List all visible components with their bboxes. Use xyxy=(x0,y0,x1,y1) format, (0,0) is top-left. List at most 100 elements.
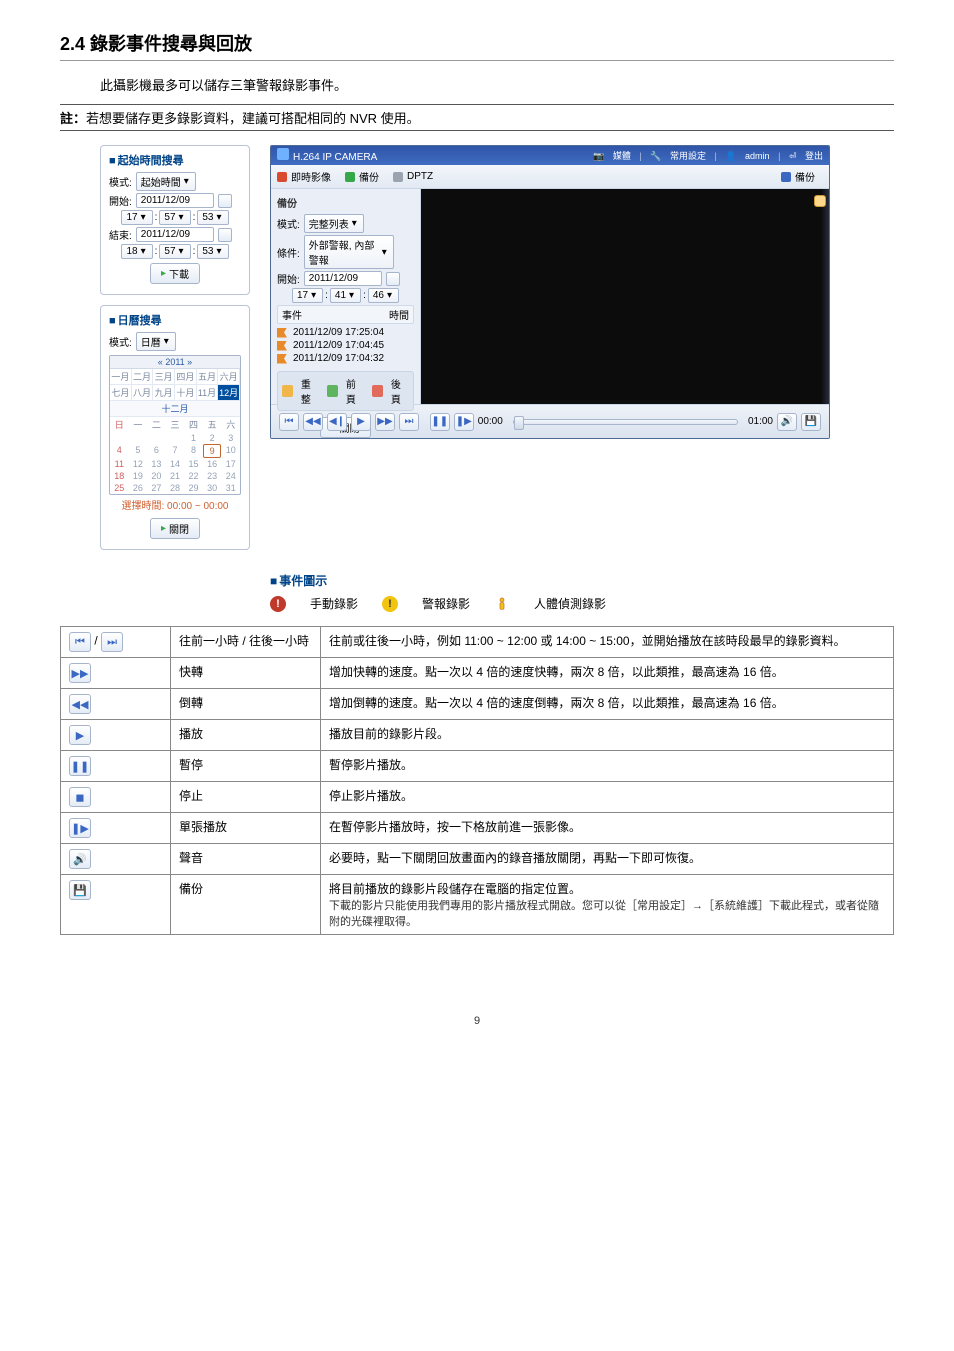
download-button[interactable]: ▸下載 xyxy=(150,263,200,284)
rewind-button[interactable]: ◀◀ xyxy=(303,413,323,431)
mode-cal-select[interactable]: 日曆 ▾ xyxy=(136,332,176,351)
playback-slider[interactable] xyxy=(513,419,738,425)
tab-backup-btn[interactable]: 備份 xyxy=(773,168,823,185)
play-label: 往前一小時 / 往後一小時 xyxy=(171,627,321,658)
start-min-select[interactable]: 57 ▾ xyxy=(159,210,190,225)
play-desc: 往前或往後一小時，例如 11:00 ~ 12:00 或 14:00 ~ 15:0… xyxy=(321,627,894,658)
table-row: ▶ 播放 播放目前的錄影片段。 xyxy=(61,720,894,751)
step-button[interactable]: ❚▶ xyxy=(454,413,474,431)
save-button[interactable]: 💾 xyxy=(801,413,821,431)
note-text: 若想要儲存更多錄影資料，建議可搭配相同的 NVR 使用。 xyxy=(86,111,420,126)
human-detect-icon xyxy=(494,596,510,612)
audio-button[interactable]: 🔊 xyxy=(777,413,797,431)
end-min-select[interactable]: 57 ▾ xyxy=(159,244,190,259)
start-sec-select[interactable]: 53 ▾ xyxy=(197,210,228,225)
app-title: H.264 IP CAMERA xyxy=(293,152,377,163)
time-search-panel: ■起始時間搜尋 模式: 起始時間 ▾ 開始: 2011/12/09 17 ▾ :… xyxy=(100,145,250,295)
calendar-search-panel: ■日曆搜尋 模式: 日曆 ▾ « 2011 » 一月二月三月四月五月六月 七月八… xyxy=(100,305,250,550)
end-label: 結束: xyxy=(109,227,132,242)
calendar-days[interactable]: 日一二三四五六 123 45678910 11121314151617 1819… xyxy=(110,417,240,494)
table-row: ❚❚ 暫停 暫停影片播放。 xyxy=(61,751,894,782)
rewind-icon: ◀◀ xyxy=(69,694,91,714)
tab-backup[interactable]: 備份 xyxy=(345,169,379,184)
next-hour-icon: ⏭ xyxy=(101,632,123,652)
table-row: ◀◀ 倒轉 增加倒轉的速度。點一次以 4 倍的速度倒轉，兩次 8 倍，以此類推，… xyxy=(61,689,894,720)
backup-icon: 💾 xyxy=(69,880,91,900)
next-icon[interactable] xyxy=(372,385,383,397)
start-label: 開始: xyxy=(109,193,132,208)
start-hour-select[interactable]: 17 ▾ xyxy=(121,210,152,225)
calendar-months[interactable]: 一月二月三月四月五月六月 七月八月九月十月11月12月 xyxy=(110,369,240,401)
calendar-close-button[interactable]: ▸關閉 xyxy=(150,518,200,539)
calendar-search-title: 日曆搜尋 xyxy=(118,315,162,327)
flag-icon xyxy=(277,328,287,338)
page-number: 9 xyxy=(60,1015,894,1027)
chevron-down-icon: ▾ xyxy=(184,176,189,187)
calendar-icon[interactable] xyxy=(386,272,400,286)
prev-hour-icon: ⏮ xyxy=(69,632,91,652)
audio-icon: 🔊 xyxy=(69,849,91,869)
playback-table: ⏮ / ⏭ 往前一小時 / 往後一小時 往前或往後一小時，例如 11:00 ~ … xyxy=(60,626,894,935)
app-icon xyxy=(277,148,289,160)
calendar-icon[interactable] xyxy=(218,228,232,242)
end-hour-select[interactable]: 18 ▾ xyxy=(121,244,152,259)
calendar-range-hint: 選擇時間: 00:00 ~ 00:00 xyxy=(109,495,241,514)
alarm-record-icon: ! xyxy=(382,596,398,612)
hand-icon xyxy=(814,195,826,207)
event-list: 2011/12/09 17:25:04 2011/12/09 17:04:45 … xyxy=(277,326,414,365)
table-row: 🔊 聲音 必要時，點一下關閉回放畫面內的錄音播放關閉，再點一下即可恢復。 xyxy=(61,844,894,875)
prev-hour-button[interactable]: ⏮ xyxy=(279,413,299,431)
time-search-title: 起始時間搜尋 xyxy=(118,155,184,167)
refresh-icon[interactable] xyxy=(282,385,293,397)
table-row: ⏮ / ⏭ 往前一小時 / 往後一小時 往前或往後一小時，例如 11:00 ~ … xyxy=(61,627,894,658)
calendar-icon[interactable] xyxy=(218,194,232,208)
pause-icon: ❚❚ xyxy=(69,756,91,776)
end-date-input[interactable]: 2011/12/09 xyxy=(136,227,214,242)
list-item[interactable]: 2011/12/09 17:04:32 xyxy=(277,352,414,365)
camera-app-window: H.264 IP CAMERA 📷 媒體 | 🔧 常用設定 | 👤 admin … xyxy=(270,145,830,439)
fast-forward-icon: ▶▶ xyxy=(69,663,91,683)
side-cond-select[interactable]: 外部警報, 內部警報 ▾ xyxy=(304,235,394,269)
mode-label: 模式: xyxy=(109,334,132,349)
end-sec-select[interactable]: 53 ▾ xyxy=(197,244,228,259)
table-row: ❚▶ 單張播放 在暫停影片播放時，按一下格放前進一張影像。 xyxy=(61,813,894,844)
step-icon: ❚▶ xyxy=(69,818,91,838)
app-toolbar: 即時影像 備份 DPTZ 備份 xyxy=(271,165,829,189)
start-date-input[interactable]: 2011/12/09 xyxy=(136,193,214,208)
manual-record-icon: ! xyxy=(270,596,286,612)
pb-time-left: 00:00 xyxy=(478,416,503,427)
play-icon: ▶ xyxy=(69,725,91,745)
intro-text: 此攝影機最多可以儲存三筆警報錄影事件。 xyxy=(100,75,894,94)
note-label: 註： xyxy=(60,111,86,126)
mode-time-select[interactable]: 起始時間 ▾ xyxy=(136,172,196,191)
titlebar: H.264 IP CAMERA 📷 媒體 | 🔧 常用設定 | 👤 admin … xyxy=(271,146,829,165)
side-mode-select[interactable]: 完整列表 ▾ xyxy=(304,214,364,233)
list-item[interactable]: 2011/12/09 17:04:45 xyxy=(277,339,414,352)
legend-title: 事件圖示 xyxy=(279,574,327,588)
prev-icon[interactable] xyxy=(327,385,338,397)
video-area xyxy=(421,189,829,404)
tab-live[interactable]: 即時影像 xyxy=(277,169,331,184)
stop-icon: ◼ xyxy=(69,787,91,807)
app-side-panel: 備份 模式: 完整列表 ▾ 條件: 外部警報, 內部警報 ▾ 開始: 2011/… xyxy=(271,189,421,404)
chevron-down-icon: ▾ xyxy=(164,336,169,347)
side-pager: 重整 前頁 後頁 xyxy=(277,371,414,411)
note-block: 註：若想要儲存更多錄影資料，建議可搭配相同的 NVR 使用。 xyxy=(60,104,894,131)
table-row: 💾 備份 將目前播放的錄影片段儲存在電腦的指定位置。 下載的影片只能使用我們專用… xyxy=(61,875,894,935)
calendar-widget[interactable]: « 2011 » 一月二月三月四月五月六月 七月八月九月十月11月12月 十二月… xyxy=(109,355,241,495)
mode-label: 模式: xyxy=(109,174,132,189)
tab-dptz[interactable]: DPTZ xyxy=(393,171,433,182)
next-hour-button[interactable]: ⏭ xyxy=(399,413,419,431)
table-row: ▶▶ 快轉 增加快轉的速度。點一次以 4 倍的速度快轉，兩次 8 倍，以此類推，… xyxy=(61,658,894,689)
step-back-button[interactable]: ◀❙ xyxy=(327,413,347,431)
play-button[interactable]: ▶ xyxy=(351,413,371,431)
pause-button[interactable]: ❚❚ xyxy=(430,413,450,431)
side-start-date[interactable]: 2011/12/09 xyxy=(304,271,382,286)
section-heading: 2.4 錄影事件搜尋與回放 xyxy=(60,30,894,61)
side-backup-title: 備份 xyxy=(277,193,414,212)
list-item[interactable]: 2011/12/09 17:25:04 xyxy=(277,326,414,339)
pb-time-right: 01:00 xyxy=(748,416,773,427)
legend-area: ■事件圖示 !手動錄影 !警報錄影 人體偵測錄影 xyxy=(270,572,830,612)
table-row: ◼ 停止 停止影片播放。 xyxy=(61,782,894,813)
ff-button[interactable]: ▶▶ xyxy=(375,413,395,431)
